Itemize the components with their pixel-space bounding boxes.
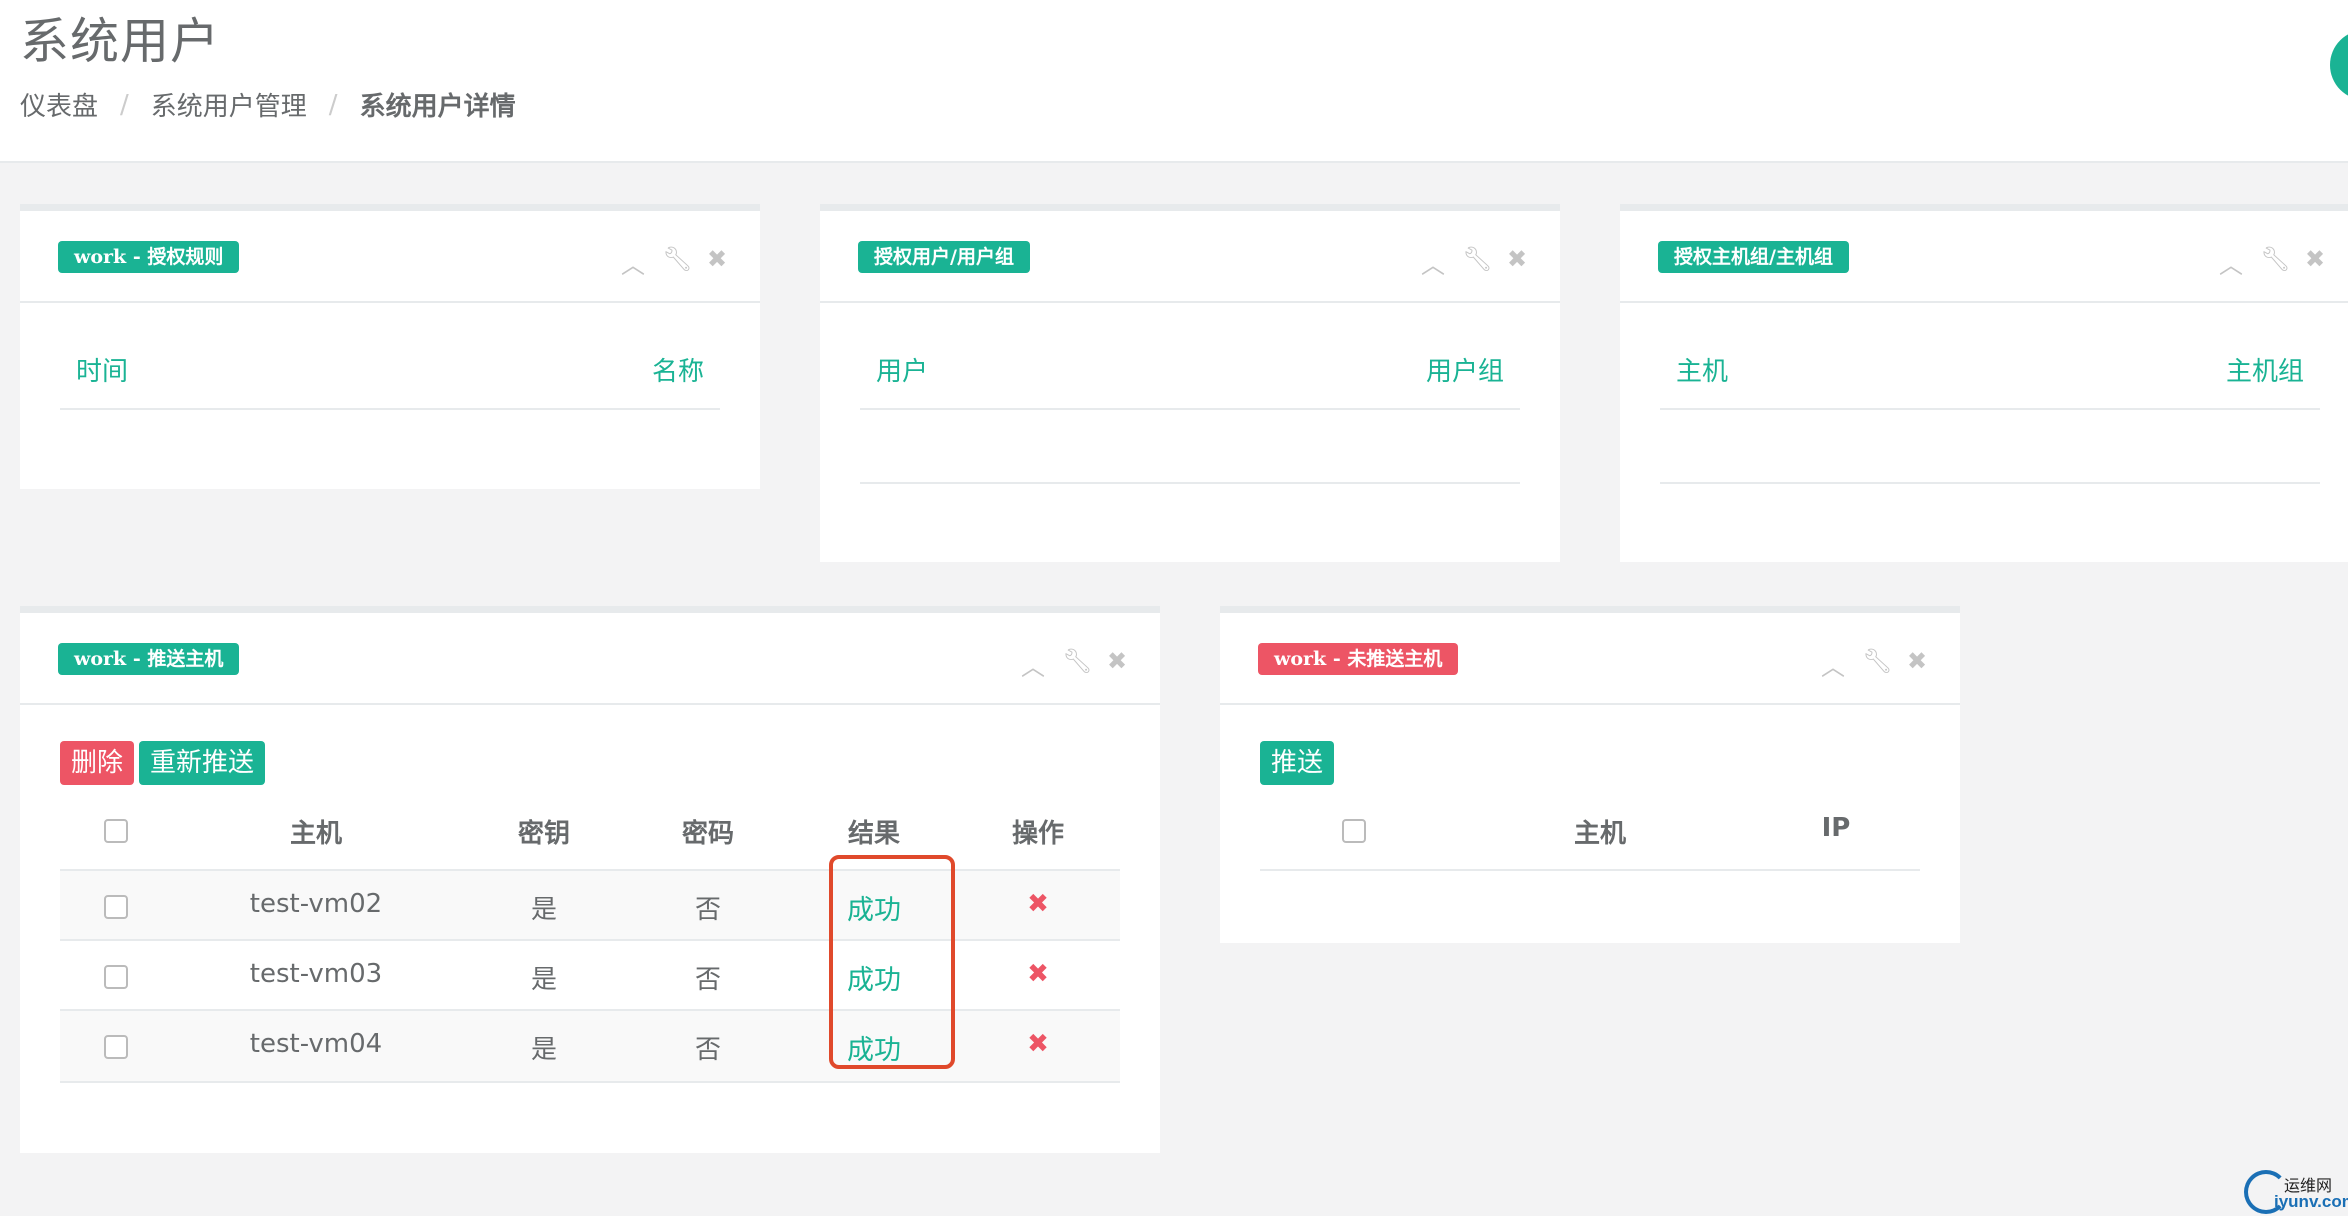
table-header: 时间 名称 — [60, 351, 720, 388]
wrench-icon[interactable]: 🔧︎ — [662, 245, 692, 280]
breadcrumb-user-detail: 系统用户详情 — [359, 92, 516, 122]
panel-label: work - 推送主机 — [58, 643, 240, 675]
panel-header: 授权主机组/主机组 ︿ 🔧︎ ✖ — [1620, 211, 2348, 303]
select-all-checkbox[interactable] — [104, 819, 128, 843]
delete-button[interactable]: 删除 — [60, 741, 135, 785]
pushed-hosts-table: 主机 密钥 密码 结果 操作 test-vm02 是 否 成功 ✖ test-v… — [60, 803, 1120, 1123]
breadcrumb-dashboard[interactable]: 仪表盘 — [20, 86, 98, 123]
panel-tools: ︿ 🔧︎ ✖ — [2218, 245, 2328, 280]
panel-label: work - 授权规则 — [58, 241, 240, 273]
page-title: 系统用户 — [20, 13, 221, 70]
password-cell: 否 — [694, 895, 721, 925]
column-host[interactable]: 主机 — [1500, 813, 1700, 850]
users-panel: 授权用户/用户组 ︿ 🔧︎ ✖ 用户 用户组 — [820, 204, 1560, 562]
row-checkbox[interactable] — [104, 895, 128, 919]
wrench-icon[interactable]: 🔧︎ — [1062, 647, 1092, 682]
chevron-up-icon[interactable]: ︿ — [2218, 245, 2244, 280]
table-header: 用户 用户组 — [860, 351, 1520, 388]
divider — [1660, 482, 2320, 484]
table-header: 主机 主机组 — [1660, 351, 2320, 388]
password-cell: 否 — [694, 965, 721, 995]
column-result[interactable]: 结果 — [824, 813, 924, 850]
key-cell: 是 — [530, 965, 557, 995]
wrench-icon[interactable]: 🔧︎ — [2260, 245, 2290, 280]
chevron-up-icon[interactable]: ︿ — [1420, 245, 1446, 280]
column-user-group[interactable]: 用户组 — [1426, 351, 1504, 388]
divider — [860, 482, 1520, 484]
column-host[interactable]: 主机 — [1676, 351, 1728, 388]
panel-tools: ︿ 🔧︎ ✖ — [1820, 647, 1930, 682]
table-row: test-vm04 是 否 成功 ✖ — [60, 1009, 1120, 1083]
close-icon[interactable]: ✖ — [988, 959, 1088, 989]
breadcrumb-separator: / — [328, 89, 338, 120]
divider — [860, 408, 1520, 410]
select-all-checkbox[interactable] — [1342, 819, 1366, 843]
breadcrumb: 仪表盘 / 系统用户管理 / 系统用户详情 — [20, 86, 516, 123]
column-name[interactable]: 名称 — [652, 351, 704, 388]
host-cell: test-vm04 — [249, 1029, 383, 1059]
chevron-up-icon[interactable]: ︿ — [1020, 647, 1046, 682]
unpushed-hosts-panel: work - 未推送主机 ︿ 🔧︎ ✖ 推送 主机 IP — [1220, 606, 1960, 943]
column-ip[interactable]: IP — [1736, 813, 1936, 843]
panel-tools: ︿ 🔧︎ ✖ — [620, 245, 730, 280]
repush-button[interactable]: 重新推送 — [139, 741, 266, 785]
column-password[interactable]: 密码 — [658, 813, 758, 850]
key-cell: 是 — [530, 1035, 557, 1065]
panel-header: work - 授权规则 ︿ 🔧︎ ✖ — [20, 211, 760, 303]
pushed-hosts-panel: work - 推送主机 ︿ 🔧︎ ✖ 删除 重新推送 主机 密钥 密码 结果 操… — [20, 606, 1160, 1153]
password-cell: 否 — [694, 1035, 721, 1065]
column-user[interactable]: 用户 — [876, 351, 928, 388]
panel-tools: ︿ 🔧︎ ✖ — [1020, 647, 1130, 682]
breadcrumb-user-management[interactable]: 系统用户管理 — [151, 86, 307, 123]
column-host[interactable]: 主机 — [216, 813, 416, 850]
panel-header: work - 未推送主机 ︿ 🔧︎ ✖ — [1220, 613, 1960, 705]
table-row: test-vm03 是 否 成功 ✖ — [60, 939, 1120, 1011]
rules-panel: work - 授权规则 ︿ 🔧︎ ✖ 时间 名称 — [20, 204, 760, 489]
breadcrumb-separator: / — [120, 89, 129, 120]
host-cell: test-vm03 — [249, 959, 383, 989]
panel-label: work - 未推送主机 — [1258, 643, 1459, 675]
panel-header: 授权用户/用户组 ︿ 🔧︎ ✖ — [820, 211, 1560, 303]
wrench-icon[interactable]: 🔧︎ — [1862, 647, 1892, 682]
close-icon[interactable]: ✖ — [1904, 647, 1930, 682]
close-icon[interactable]: ✖ — [1504, 245, 1530, 280]
panel-header: work - 推送主机 ︿ 🔧︎ ✖ — [20, 613, 1160, 705]
column-action[interactable]: 操作 — [988, 813, 1088, 850]
close-icon[interactable]: ✖ — [988, 889, 1088, 919]
divider — [60, 408, 720, 410]
divider — [1660, 408, 2320, 410]
panel-label: 授权主机组/主机组 — [1658, 241, 1849, 273]
close-icon[interactable]: ✖ — [2302, 245, 2328, 280]
chevron-up-icon[interactable]: ︿ — [1820, 647, 1846, 682]
watermark-url: iyunv.com — [2274, 1192, 2348, 1211]
panel-tools: ︿ 🔧︎ ✖ — [1420, 245, 1530, 280]
close-icon[interactable]: ✖ — [704, 245, 730, 280]
column-key[interactable]: 密钥 — [494, 813, 594, 850]
panel-label: 授权用户/用户组 — [858, 241, 1030, 273]
column-time[interactable]: 时间 — [76, 351, 128, 388]
result-highlight-box — [829, 855, 955, 1069]
divider — [1260, 869, 1920, 871]
unpushed-hosts-table: 主机 IP — [1260, 803, 1920, 883]
hosts-panel: 授权主机组/主机组 ︿ 🔧︎ ✖ 主机 主机组 — [1620, 204, 2348, 562]
column-host-group[interactable]: 主机组 — [2226, 351, 2304, 388]
table-row: test-vm02 是 否 成功 ✖ — [60, 869, 1120, 941]
host-cell: test-vm02 — [249, 889, 383, 919]
page-header: 系统用户 仪表盘 / 系统用户管理 / 系统用户详情 — [0, 0, 2348, 163]
push-button[interactable]: 推送 — [1260, 741, 1335, 785]
row-checkbox[interactable] — [104, 965, 128, 989]
wrench-icon[interactable]: 🔧︎ — [1462, 245, 1492, 280]
close-icon[interactable]: ✖ — [988, 1029, 1088, 1059]
close-icon[interactable]: ✖ — [1104, 647, 1130, 682]
chevron-up-icon[interactable]: ︿ — [620, 245, 646, 280]
watermark: 运维网 iyunv.com — [2244, 1168, 2348, 1216]
key-cell: 是 — [530, 895, 557, 925]
avatar[interactable] — [2330, 30, 2348, 100]
row-checkbox[interactable] — [104, 1035, 128, 1059]
